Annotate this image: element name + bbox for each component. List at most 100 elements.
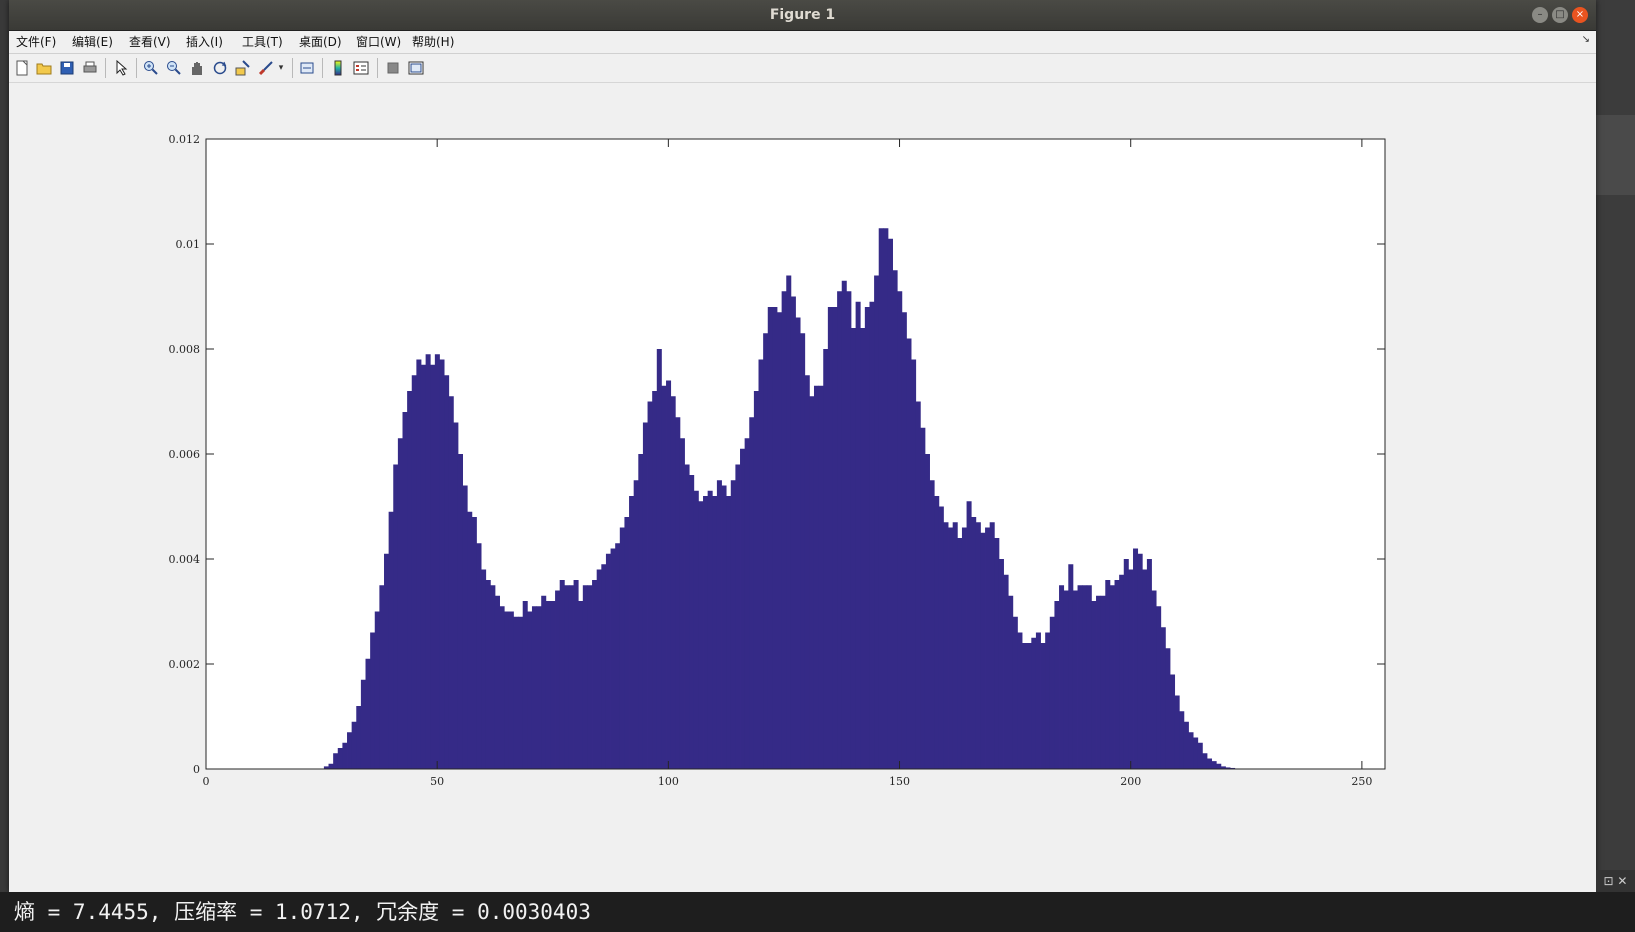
histogram-bar [753,391,759,769]
histogram-bar [582,585,588,769]
histogram-bar [740,448,746,769]
x-tick-label: 0 [203,775,210,788]
histogram-bar [411,375,417,769]
menu-desktop[interactable]: 桌面(D) [299,34,342,50]
histogram-bar [448,396,454,769]
histogram-bar [666,380,672,769]
menu-window[interactable]: 窗口(W) [356,34,401,50]
histogram-bar [989,522,995,769]
save-icon[interactable] [57,58,77,78]
histogram-bar [1049,616,1055,769]
histogram-bar [1188,732,1194,769]
histogram-bar [545,601,551,769]
histogram-bar [1123,559,1129,769]
legend-icon[interactable] [351,58,371,78]
menu-file[interactable]: 文件(F) [16,34,56,50]
histogram-bar [328,763,334,769]
histogram-bar [1100,595,1106,769]
show-tools-icon[interactable] [406,58,426,78]
histogram-bar [809,396,815,769]
histogram-chart[interactable]: 0 50 100 150 200 250 0 0.002 0.004 0.006 0.008 0.01… [9,83,1596,892]
histogram-bar [615,543,621,769]
menu-help[interactable]: 帮助(H) [412,34,454,50]
histogram-bar [490,585,496,769]
print-icon[interactable] [80,58,100,78]
histogram-bar [402,412,408,769]
histogram-bar [1022,643,1028,769]
histogram-bar [1086,585,1092,769]
histogram-bar [1211,761,1217,770]
histogram-bar [675,417,681,769]
histogram-bar [864,307,870,769]
histogram-bar [518,616,524,769]
menu-edit[interactable]: 编辑(E) [72,34,113,50]
histogram-bar [1202,753,1208,769]
histogram-bar [897,291,903,769]
zoom-in-icon[interactable] [141,58,161,78]
histogram-bar [911,359,917,769]
maximize-button[interactable]: □ [1552,7,1568,23]
histogram-bar [878,228,884,769]
histogram-bar [827,307,833,769]
histogram-bar [883,228,889,769]
pan-icon[interactable] [187,58,207,78]
hide-tools-icon[interactable] [383,58,403,78]
histogram-bar [388,511,394,769]
histogram-bar [624,517,630,769]
histogram-bar [985,527,991,769]
brush-icon[interactable] [256,58,276,78]
histogram-bar [948,527,954,769]
close-button[interactable]: × [1572,7,1588,23]
histogram-bar [938,506,944,769]
histogram-bar [1128,569,1134,769]
histogram-bar [998,559,1004,769]
histogram-bar [1193,737,1199,769]
histogram-bar [707,490,713,769]
colorbar-icon[interactable] [328,58,348,78]
histogram-bar [832,307,838,769]
histogram-bar [841,280,847,769]
title-bar[interactable]: Figure 1 – □ × [9,0,1596,31]
menu-view[interactable]: 查看(V) [129,34,171,50]
histogram-bar [906,338,912,769]
histogram-bar [629,496,635,769]
histogram-bar [980,532,986,769]
menu-insert[interactable]: 插入(I) [186,34,223,50]
pointer-icon[interactable] [111,58,131,78]
data-cursor-icon[interactable] [233,58,253,78]
x-tick-label: 250 [1351,775,1372,788]
histogram-bar [684,464,690,769]
histogram-bar [351,721,357,769]
x-tick-label: 200 [1120,775,1141,788]
histogram-bar [693,490,699,769]
zoom-out-icon[interactable] [164,58,184,78]
histogram-bar [777,312,783,769]
y-tick-label: 0.006 [169,448,201,461]
link-plot-icon[interactable] [297,58,317,78]
rotate-icon[interactable] [210,58,230,78]
histogram-bar [513,616,519,769]
histogram-bar [337,748,343,769]
histogram-bar [920,427,926,769]
histogram-bar [735,464,741,769]
brush-dropdown-icon[interactable]: ▾ [275,58,287,78]
histogram-bar [1045,632,1051,769]
histogram-bar [434,354,440,769]
open-icon[interactable] [34,58,54,78]
histogram-bar [476,543,482,769]
new-figure-icon[interactable] [12,58,32,78]
histogram-bar [439,359,445,769]
histogram-bar [467,511,473,769]
histogram-bar [504,611,510,769]
chevron-icon[interactable]: ↘ [1582,34,1590,45]
histogram-bar [957,538,963,769]
histogram-bar [481,569,487,769]
menu-tools[interactable]: 工具(T) [242,34,283,50]
histogram-bar [823,349,829,769]
histogram-bar [781,291,787,769]
histogram-bar [721,485,727,769]
minimize-button[interactable]: – [1532,7,1548,23]
taskbar-corner-widget: ⊡ ✕ [1596,870,1635,892]
desktop-left-edge [0,0,9,932]
histogram-bar [647,401,653,769]
